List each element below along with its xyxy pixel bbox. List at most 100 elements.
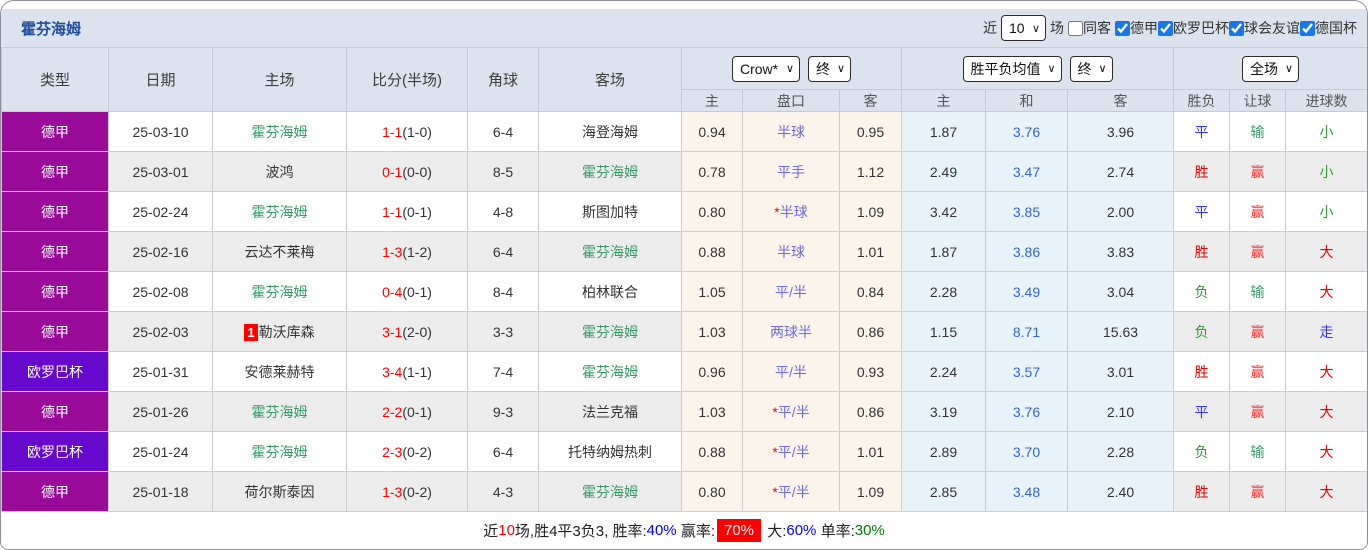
avg-away-odds-cell: 2.28 — [1066, 431, 1175, 472]
date-cell: 25-01-31 — [108, 351, 213, 392]
handicap-line-cell: 两球半 — [742, 311, 840, 352]
result-goals-cell: 小 — [1285, 191, 1367, 232]
handicap-line-cell: 平/半 — [742, 271, 840, 312]
corners-cell: 7-4 — [467, 351, 539, 392]
table-row: 德甲 25-02-24 霍芬海姆 1-1(0-1) 4-8 斯图加特 0.80 *半球 1.09… — [1, 191, 1367, 232]
home-team-cell: 霍芬海姆 — [212, 391, 347, 432]
col-header-home: 主场 — [212, 47, 347, 112]
table-header: 类型 日期 主场 比分(半场) 角球 客场 Crow* ∨ 终 ∨ 胜平负均值 … — [1, 47, 1367, 112]
summary-segment: 70% — [717, 519, 762, 542]
avg-stage-select-wrap: 终 ∨ — [1069, 55, 1113, 82]
avg-group-header: 胜平负均值 ∨ 终 ∨ — [900, 47, 1175, 90]
date-cell: 25-02-16 — [108, 231, 213, 272]
avg-draw-odds-cell: 8.71 — [985, 311, 1068, 352]
table-row: 德甲 25-03-01 波鸿 0-1(0-0) 8-5 霍芬海姆 0.78 平手 1.12 2.4… — [1, 151, 1367, 192]
corners-cell: 6-4 — [467, 431, 539, 472]
card-top-gap — [1, 1, 1367, 9]
summary-segment: 单率: — [816, 523, 855, 540]
corners-cell: 3-3 — [467, 311, 539, 352]
odds-company-select-wrap: Crow* ∨ — [732, 55, 800, 82]
league-cell: 德甲 — [1, 151, 109, 192]
handicap-line-cell: 平手 — [742, 151, 840, 192]
corners-cell: 8-4 — [467, 271, 539, 312]
odds-stage-select[interactable]: 终 — [816, 60, 830, 77]
score-cell: 1-1(1-0) — [346, 111, 468, 152]
home-team-cell: 霍芬海姆 — [212, 191, 347, 232]
away-team-cell: 霍芬海姆 — [538, 471, 682, 512]
recent-count-select[interactable]: 10 — [1009, 20, 1025, 36]
home-team-cell: 霍芬海姆 — [212, 111, 347, 152]
avg-stage-select[interactable]: 终 — [1077, 60, 1092, 77]
home-team-cell: 霍芬海姆 — [212, 271, 347, 312]
col-header-away: 客场 — [538, 47, 682, 112]
handicap-line-cell: 平/半 — [742, 351, 840, 392]
league-checkbox-2[interactable] — [1229, 20, 1244, 36]
handicap-home-odds-cell: 1.03 — [681, 391, 743, 432]
result-wdl-cell: 胜 — [1173, 471, 1231, 512]
avg-type-select[interactable]: 胜平负均值 — [970, 60, 1041, 77]
summary-segment: 赢率: — [676, 523, 715, 540]
league-cell: 德甲 — [1, 471, 109, 512]
handicap-line-cell: 半球 — [742, 111, 840, 152]
date-cell: 25-01-24 — [108, 431, 213, 472]
scope-select[interactable]: 全场 — [1250, 60, 1279, 77]
table-body: 德甲 25-03-10 霍芬海姆 1-1(1-0) 6-4 海登海姆 0.94 半球 0.95 1… — [1, 111, 1367, 512]
avg-away-odds-cell: 2.74 — [1066, 151, 1175, 192]
recent-label: 近 — [983, 20, 997, 36]
avg-draw-odds-cell: 3.48 — [985, 471, 1068, 512]
table-row: 欧罗巴杯 25-01-24 霍芬海姆 2-3(0-2) 6-4 托特纳姆热刺 0.88 *平/… — [1, 431, 1367, 472]
result-wdl-cell: 负 — [1173, 271, 1231, 312]
league-checkbox-0[interactable] — [1115, 20, 1130, 36]
result-handicap-cell: 赢 — [1229, 231, 1287, 272]
handicap-home-odds-cell: 0.80 — [681, 191, 743, 232]
scope-group-header: 全场 ∨ — [1173, 47, 1367, 90]
handicap-line-cell: *平/半 — [742, 471, 840, 512]
handicap-away-odds-cell: 0.93 — [839, 351, 902, 392]
score-cell: 0-1(0-0) — [346, 151, 468, 192]
result-goals-cell: 小 — [1285, 111, 1367, 152]
avg-away-odds-cell: 3.83 — [1066, 231, 1175, 272]
avg-draw-odds-cell: 3.49 — [985, 271, 1068, 312]
handicap-away-odds-cell: 0.86 — [839, 311, 902, 352]
result-handicap-cell: 赢 — [1229, 311, 1287, 352]
result-goals-cell: 大 — [1285, 391, 1367, 432]
corners-cell: 9-3 — [467, 391, 539, 432]
result-handicap-cell: 赢 — [1229, 351, 1287, 392]
result-wdl-cell: 平 — [1173, 191, 1231, 232]
chevron-down-icon: ∨ — [1031, 22, 1040, 35]
top-bar: 霍芬海姆 近 10 ∨ 场 同客 德甲 欧罗巴杯 球会友谊 德国杯 — [1, 9, 1367, 47]
avg-home-odds-cell: 2.89 — [901, 431, 986, 472]
same-away-checkbox[interactable] — [1068, 20, 1083, 36]
avg-away-odds-cell: 2.00 — [1066, 191, 1175, 232]
chevron-down-icon: ∨ — [836, 63, 845, 75]
handicap-home-odds-cell: 0.96 — [681, 351, 743, 392]
corners-cell: 4-8 — [467, 191, 539, 232]
table-row: 德甲 25-01-18 荷尔斯泰因 1-3(0-2) 4-3 霍芬海姆 0.80 *平/半 1.… — [1, 471, 1367, 512]
sub-header-0: 主 — [681, 89, 743, 112]
handicap-home-odds-cell: 0.88 — [681, 231, 743, 272]
summary-segment: 10 — [498, 522, 515, 539]
avg-type-select-wrap: 胜平负均值 ∨ — [962, 55, 1062, 82]
home-team-cell: 1 勒沃库森 — [212, 311, 347, 352]
date-cell: 25-02-03 — [108, 311, 213, 352]
score-cell: 0-4(0-1) — [346, 271, 468, 312]
avg-home-odds-cell: 1.87 — [901, 231, 986, 272]
handicap-home-odds-cell: 0.80 — [681, 471, 743, 512]
sub-header-3: 主 — [901, 89, 986, 112]
corners-cell: 4-3 — [467, 471, 539, 512]
avg-home-odds-cell: 2.85 — [901, 471, 986, 512]
result-goals-cell: 大 — [1285, 351, 1367, 392]
result-goals-cell: 大 — [1285, 231, 1367, 272]
score-cell: 3-4(1-1) — [346, 351, 468, 392]
col-header-score: 比分(半场) — [346, 47, 468, 112]
table-row: 德甲 25-03-10 霍芬海姆 1-1(1-0) 6-4 海登海姆 0.94 半球 0.95 1… — [1, 111, 1367, 152]
sub-header-2: 客 — [839, 89, 902, 112]
league-checkbox-1[interactable] — [1158, 20, 1173, 36]
sub-header-1: 盘口 — [742, 89, 840, 112]
odds-company-select[interactable]: Crow* — [740, 60, 779, 77]
league-checkbox-3[interactable] — [1300, 20, 1315, 36]
avg-draw-odds-cell: 3.86 — [985, 231, 1068, 272]
chevron-down-icon: ∨ — [1047, 63, 1056, 75]
result-goals-cell: 大 — [1285, 471, 1367, 512]
table-row: 德甲 25-02-03 1 勒沃库森 3-1(2-0) 3-3 霍芬海姆 1.03 两球半 0.8… — [1, 311, 1367, 352]
